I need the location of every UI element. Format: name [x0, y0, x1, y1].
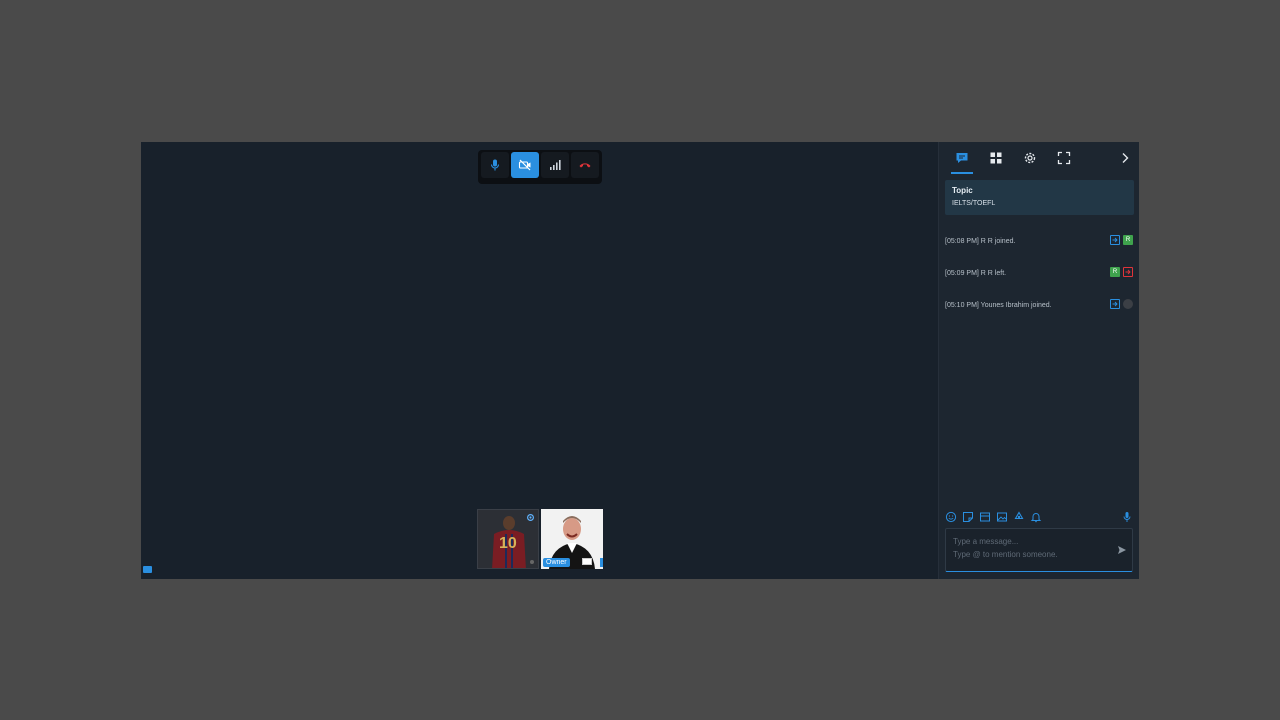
join-icon [1110, 299, 1120, 309]
menu-handle-icon[interactable] [600, 558, 603, 567]
message-text: [05:09 PM] R R left. [945, 269, 1007, 277]
topic-card: Topic IELTS/TOEFL [945, 180, 1134, 215]
tab-fullscreen[interactable] [1047, 142, 1081, 174]
grid-icon [990, 152, 1002, 164]
emoji-icon[interactable] [945, 511, 957, 523]
card-icon [582, 558, 592, 565]
message-text: [05:08 PM] R R joined. [945, 237, 1016, 245]
chat-message: [05:08 PM] R R joined. R [939, 225, 1139, 257]
camera-off-button[interactable] [511, 152, 539, 178]
leave-icon [1123, 267, 1133, 277]
microphone-icon [490, 159, 500, 171]
message-input[interactable] [946, 529, 1130, 579]
signal-bars-icon [550, 160, 561, 170]
connection-quality-button[interactable] [541, 152, 569, 178]
screen-indicator-icon[interactable] [143, 566, 152, 573]
send-icon[interactable] [1117, 545, 1127, 555]
participant-strip: 10 Owner [477, 509, 603, 569]
chat-message: [05:10 PM] Younes Ibrahim joined. [939, 289, 1139, 321]
chevron-right-icon [1122, 153, 1129, 163]
message-composer [945, 528, 1133, 579]
conference-window: 10 Owner Topic IELTS/TOEFL [05:08 PM] R … [141, 142, 1139, 579]
chat-message: [05:09 PM] R R left. R [939, 257, 1139, 289]
camera-off-icon [518, 159, 531, 171]
phone-hangup-icon [579, 163, 591, 168]
participant-thumb-2[interactable]: Owner [541, 509, 603, 569]
avatar-icon[interactable]: R [1110, 267, 1120, 277]
join-icon [1110, 235, 1120, 245]
chat-icon [956, 153, 968, 163]
collapse-sidebar-button[interactable] [1117, 150, 1133, 166]
sidebar-tabs [939, 142, 1139, 174]
call-controls [478, 150, 602, 184]
settings-icon[interactable] [526, 513, 535, 522]
microphone-button[interactable] [481, 152, 509, 178]
bell-icon[interactable] [1030, 511, 1042, 523]
tab-settings[interactable] [1013, 142, 1047, 174]
image-icon[interactable] [996, 511, 1008, 523]
avatar-icon[interactable]: R [1123, 235, 1133, 245]
fullscreen-icon [1057, 151, 1071, 165]
hang-up-button[interactable] [571, 152, 599, 178]
sidebar-panel: Topic IELTS/TOEFL [05:08 PM] R R joined.… [938, 142, 1139, 579]
participant-thumb-1[interactable]: 10 [477, 509, 539, 569]
avatar-photo-icon[interactable] [1123, 299, 1133, 309]
topic-label: Topic [952, 186, 973, 195]
status-dot-icon [530, 560, 534, 564]
topic-value: IELTS/TOEFL [952, 200, 996, 207]
message-text: [05:10 PM] Younes Ibrahim joined. [945, 301, 1052, 309]
voice-message-icon[interactable] [1121, 511, 1133, 523]
tab-grid[interactable] [979, 142, 1013, 174]
recycle-icon[interactable] [1013, 511, 1025, 523]
composer-toolbar [945, 510, 1133, 524]
owner-badge: Owner [543, 558, 570, 567]
gear-icon [1024, 152, 1036, 164]
svg-text:10: 10 [499, 535, 517, 552]
video-stage: 10 Owner [141, 142, 938, 579]
sticker-icon[interactable] [962, 511, 974, 523]
gif-icon[interactable] [979, 511, 991, 523]
tab-chat[interactable] [945, 142, 979, 174]
